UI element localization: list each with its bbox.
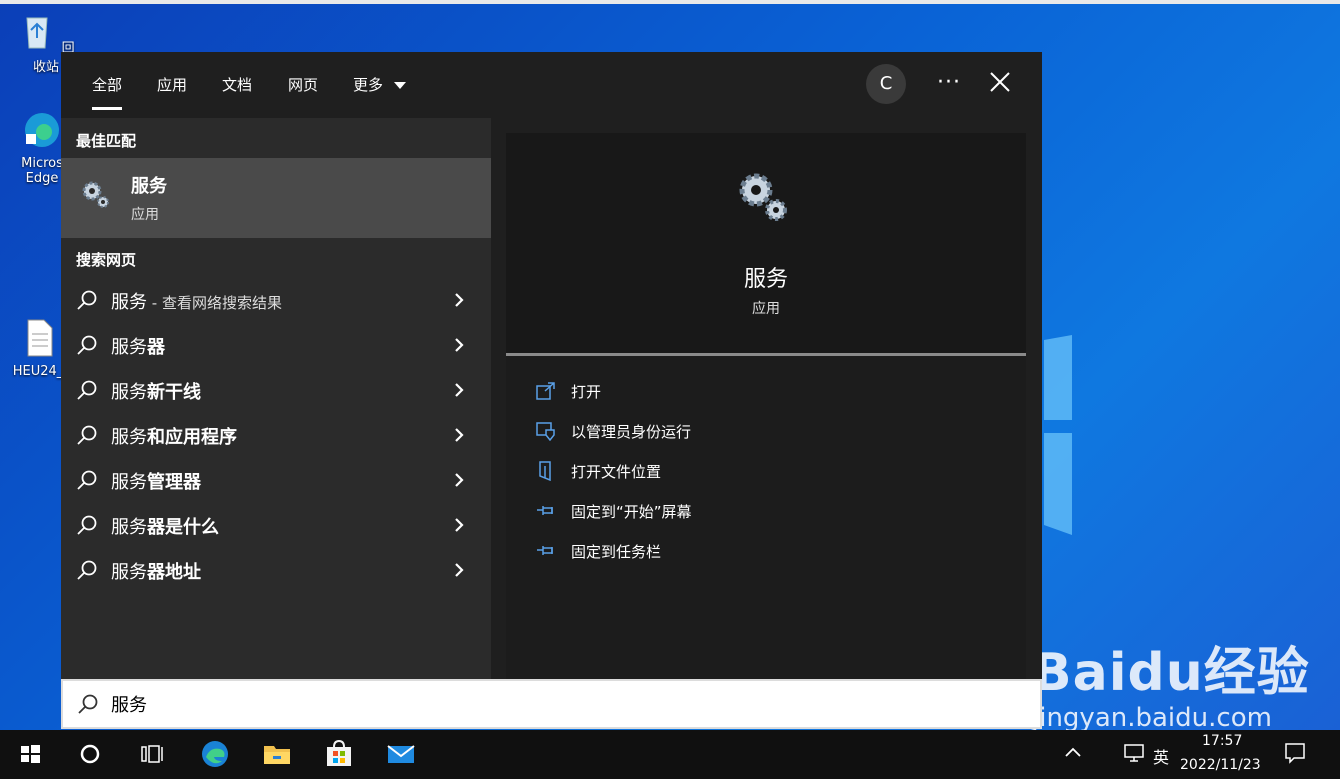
web-result-text: 服务管理器 xyxy=(111,472,201,493)
ime-indicator[interactable]: 英 xyxy=(1153,744,1169,768)
web-result-item[interactable]: 服务管理器 xyxy=(61,458,491,503)
windows-icon xyxy=(21,745,40,763)
web-result-text: 服务器是什么 xyxy=(111,517,219,538)
search-box[interactable] xyxy=(61,679,1042,729)
store-icon xyxy=(327,739,351,766)
taskbar: 英 17:57 2022/11/23 xyxy=(0,730,1340,779)
notification-icon[interactable] xyxy=(1284,742,1306,764)
best-match-heading: 最佳匹配 xyxy=(76,132,137,150)
baidu-watermark: Baidu经验 jingyan.baidu.com xyxy=(1032,630,1310,730)
search-icon xyxy=(77,335,97,355)
web-search-heading: 搜索网页 xyxy=(76,251,137,269)
web-result-text: 服务 - 查看网络搜索结果 xyxy=(111,292,282,313)
chevron-down-icon xyxy=(393,81,406,89)
tab-all[interactable]: 全部 xyxy=(92,74,123,110)
search-icon xyxy=(77,470,97,490)
close-icon[interactable] xyxy=(988,70,1012,94)
task-view-button[interactable] xyxy=(122,730,182,779)
action-label: 固定到任务栏 xyxy=(571,543,662,561)
tab-web[interactable]: 网页 xyxy=(288,74,318,95)
task-view-icon xyxy=(141,745,163,763)
edge-icon xyxy=(25,113,59,147)
best-match-type: 应用 xyxy=(131,207,159,223)
shield-icon xyxy=(536,422,555,441)
action-label: 打开 xyxy=(571,383,602,401)
web-result-item[interactable]: 服务新干线 xyxy=(61,368,491,413)
preview-app-name[interactable]: 服务 xyxy=(506,261,1026,293)
web-result-item[interactable]: 服务器是什么 xyxy=(61,503,491,548)
search-tabs: 全部 应用 文档 网页 更多 C ··· xyxy=(61,52,1042,118)
chevron-right-icon xyxy=(455,383,464,397)
action-label: 打开文件位置 xyxy=(571,463,662,481)
chevron-right-icon xyxy=(455,563,464,577)
search-icon xyxy=(78,694,98,714)
web-result-item[interactable]: 服务 - 查看网络搜索结果 xyxy=(61,278,491,323)
open-icon xyxy=(536,382,555,400)
more-options-button[interactable]: ··· xyxy=(937,70,961,95)
tab-documents[interactable]: 文档 xyxy=(222,74,252,95)
mail-icon xyxy=(387,745,415,763)
windows-logo-wallpaper xyxy=(1044,335,1072,535)
search-icon xyxy=(77,425,97,445)
taskbar-edge[interactable] xyxy=(185,730,245,779)
baidu-brand: Baidu经验 xyxy=(1032,643,1310,703)
search-icon xyxy=(77,560,97,580)
chevron-right-icon xyxy=(455,428,464,442)
preview-header: 服务 应用 xyxy=(506,133,1026,353)
services-gear-icon xyxy=(82,181,109,208)
taskbar-file-explorer[interactable] xyxy=(247,730,307,779)
action-label: 固定到“开始”屏幕 xyxy=(571,503,692,521)
preview-divider xyxy=(506,353,1026,356)
web-result-text: 服务器地址 xyxy=(111,562,201,583)
pin-icon xyxy=(537,506,553,515)
tab-more-label: 更多 xyxy=(353,76,384,94)
chevron-right-icon xyxy=(455,293,464,307)
start-button[interactable] xyxy=(0,730,60,779)
tab-apps[interactable]: 应用 xyxy=(157,74,187,95)
baidu-url: jingyan.baidu.com xyxy=(1032,703,1272,730)
chevron-up-icon[interactable] xyxy=(1064,746,1082,758)
edge-icon xyxy=(202,741,228,767)
user-avatar[interactable]: C xyxy=(866,64,906,104)
folder-icon xyxy=(264,746,290,764)
web-result-item[interactable]: 服务器地址 xyxy=(61,548,491,593)
clock-time[interactable]: 17:57 xyxy=(1202,733,1242,749)
preview-app-type: 应用 xyxy=(752,301,780,317)
chevron-right-icon xyxy=(455,338,464,352)
recycle-bin-icon xyxy=(26,17,48,49)
chevron-right-icon xyxy=(455,518,464,532)
search-icon xyxy=(77,290,97,310)
best-match-name: 服务 xyxy=(131,176,167,197)
desktop-icon-label: HEU24_ xyxy=(12,364,64,379)
pin-icon xyxy=(537,546,553,555)
search-icon xyxy=(77,380,97,400)
results-list: 最佳匹配 服务 应用 搜索网页 服务 - 查看网络搜索结果 服务器 服务新干线 xyxy=(61,118,491,679)
web-result-text: 服务和应用程序 xyxy=(111,427,237,448)
folder-icon xyxy=(539,461,551,481)
web-result-text: 服务器 xyxy=(111,337,165,358)
services-gear-icon xyxy=(739,173,787,221)
top-window-strip xyxy=(0,0,1340,4)
search-icon xyxy=(77,515,97,535)
cortana-button[interactable] xyxy=(60,730,120,779)
action-label: 以管理员身份运行 xyxy=(571,423,692,441)
web-result-text: 服务新干线 xyxy=(111,382,201,403)
best-match-item[interactable]: 服务 应用 xyxy=(61,158,491,238)
search-input[interactable] xyxy=(111,689,911,719)
clock-date[interactable]: 2022/11/23 xyxy=(1180,757,1261,773)
network-icon[interactable] xyxy=(1123,743,1145,763)
search-panel: 全部 应用 文档 网页 更多 C ··· 最佳匹配 服务 应用 搜索网页 服务 … xyxy=(61,52,1042,729)
taskbar-store[interactable] xyxy=(309,730,369,779)
web-result-item[interactable]: 服务和应用程序 xyxy=(61,413,491,458)
tab-more[interactable]: 更多 xyxy=(353,74,406,95)
document-icon xyxy=(27,319,53,357)
web-result-item[interactable]: 服务器 xyxy=(61,323,491,368)
desktop-icon-label: Micros Edge xyxy=(21,156,63,186)
preview-pane: 服务 应用 打开 以管理员身份运行 打开文件位置 固定到“开始”屏幕 固定到任务… xyxy=(506,133,1026,679)
chevron-right-icon xyxy=(455,473,464,487)
cortana-circle-icon xyxy=(80,744,100,764)
taskbar-mail[interactable] xyxy=(371,730,431,779)
